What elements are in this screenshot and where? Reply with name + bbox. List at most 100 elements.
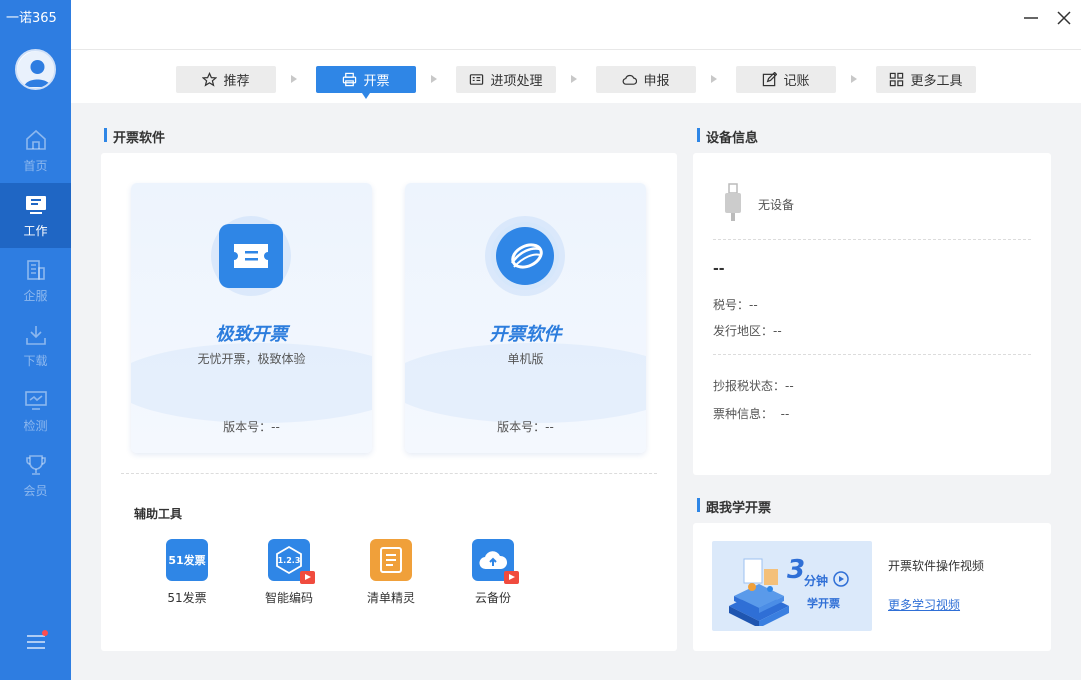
section-title-learn: 跟我学开票: [697, 497, 771, 516]
issue-region: 发行地区：--: [713, 324, 782, 338]
sidebar-item-enterprise[interactable]: 企服: [0, 248, 71, 313]
star-icon: [202, 72, 218, 87]
close-icon[interactable]: [1054, 8, 1074, 28]
tab-label: 开票: [363, 74, 390, 89]
app-card-subtitle: 无忧开票，极致体验: [197, 352, 306, 366]
video-badge-icon: [300, 571, 315, 584]
feature-tabs: 推荐 开票 进项处理 申报 记账 更多工具: [71, 50, 1081, 103]
sidebar-item-check[interactable]: 检测: [0, 378, 71, 443]
trophy-icon: [25, 454, 46, 475]
device-name: --: [713, 261, 725, 277]
tab-more-tools[interactable]: 更多工具: [876, 66, 976, 93]
invoice-icon: [470, 74, 484, 85]
app-card-name: 开票软件: [489, 324, 562, 345]
tab-declaration[interactable]: 申报: [596, 66, 696, 93]
tab-separator-arrow: [571, 75, 577, 83]
document-icon: [380, 547, 402, 573]
device-divider: [713, 354, 1031, 355]
grid-icon: [890, 72, 904, 87]
sidebar-item-label: 下载: [23, 353, 48, 368]
device-info-panel: 无设备 -- 税号：-- 发行地区：-- 抄报税状态：-- 票种信息： --: [693, 153, 1051, 475]
app-card-version: 版本号：--: [223, 420, 280, 434]
app-card-jizhi[interactable]: 极致开票 无忧开票，极致体验 版本号：--: [131, 183, 372, 453]
banner-unit: 分钟: [804, 574, 829, 588]
list-document-icon: [370, 539, 412, 581]
minimize-icon[interactable]: [1021, 8, 1041, 28]
tool-label: 智能编码: [264, 591, 313, 605]
section-title-device: 设备信息: [697, 127, 758, 146]
books-illustration-icon: [729, 558, 789, 626]
device-divider: [713, 239, 1031, 240]
sidebar-item-member[interactable]: 会员: [0, 443, 71, 508]
more-videos-link[interactable]: 更多学习视频: [888, 596, 960, 613]
sidebar-item-label: 首页: [23, 158, 48, 173]
device-status: 无设备: [758, 198, 795, 212]
learn-panel: 3 分钟 学开票 开票软件操作视频 更多学习视频: [693, 523, 1051, 651]
tool-51-invoice[interactable]: 51发票 51发票: [152, 539, 222, 606]
cloud-arrow-icon: [479, 551, 508, 570]
sidebar: 一诺365 首页 工作 企服 下载 检测 会员: [0, 0, 71, 680]
invoice-software-panel: 极致开票 无忧开票，极致体验 版本号：-- 开票软件 单机版 版本号：-- 辅助…: [101, 153, 677, 651]
tab-separator-arrow: [431, 75, 437, 83]
printer-icon: [343, 72, 357, 87]
sidebar-item-work[interactable]: 工作: [0, 183, 71, 248]
smart-code-icon: 1.2.3: [268, 539, 315, 584]
video-badge-icon: [504, 571, 519, 584]
tab-label: 进项处理: [490, 74, 543, 89]
tab-recommend[interactable]: 推荐: [176, 66, 276, 93]
tool-icon-text: 1.2.3: [277, 555, 301, 565]
home-icon: [25, 129, 46, 150]
ticket-type-info: 票种信息： --: [713, 407, 790, 421]
globe-logo-icon: [491, 222, 559, 290]
avatar[interactable]: [15, 49, 56, 90]
tool-cloud-backup[interactable]: 云备份: [458, 539, 528, 606]
ticket-icon: [219, 224, 283, 288]
report-status: 抄报税状态：--: [713, 379, 794, 393]
tab-input-processing[interactable]: 进项处理: [456, 66, 556, 93]
screen-check-icon: [24, 390, 47, 410]
tab-label: 申报: [643, 74, 670, 89]
sidebar-item-download[interactable]: 下载: [0, 313, 71, 378]
invoice-51-icon: 51发票: [166, 539, 208, 581]
tab-label: 更多工具: [910, 74, 963, 89]
app-card-name: 极致开票: [215, 324, 288, 345]
title-bar: [71, 0, 1081, 50]
sidebar-item-label: 企服: [23, 288, 48, 303]
building-icon: [26, 259, 45, 280]
notification-dot: [42, 630, 48, 636]
sidebar-nav: 首页 工作 企服 下载 检测 会员: [0, 118, 71, 508]
app-card-invoice-software[interactable]: 开票软件 单机版 版本号：--: [405, 183, 646, 453]
tab-separator-arrow: [711, 75, 717, 83]
banner-caption: 学开票: [807, 597, 840, 610]
video-title[interactable]: 开票软件操作视频: [888, 557, 984, 574]
cloud-icon: [623, 74, 638, 85]
tools-title: 辅助工具: [134, 507, 183, 521]
app-brand: 一诺365: [6, 11, 57, 26]
app-card-subtitle: 单机版: [507, 352, 544, 366]
tab-invoice[interactable]: 开票: [316, 66, 416, 99]
section-divider: [121, 473, 657, 474]
download-icon: [25, 325, 46, 345]
tax-number: 税号：--: [713, 298, 758, 312]
sidebar-item-home[interactable]: 首页: [0, 118, 71, 183]
tool-smart-coding[interactable]: 1.2.3 智能编码: [254, 539, 324, 606]
tab-label: 推荐: [223, 74, 250, 89]
tool-label: 51发票: [167, 591, 207, 605]
sidebar-item-label: 会员: [23, 483, 48, 498]
tab-label: 记账: [783, 74, 810, 89]
usb-key-icon: [725, 183, 741, 221]
edit-icon: [763, 72, 778, 87]
sidebar-item-label: 检测: [23, 418, 48, 433]
tool-list-wizard[interactable]: 清单精灵: [356, 539, 426, 606]
tab-separator-arrow: [291, 75, 297, 83]
video-banner[interactable]: 3 分钟 学开票: [712, 541, 872, 631]
tool-label: 清单精灵: [366, 591, 415, 605]
tool-icon-text: 51发票: [168, 554, 206, 567]
app-card-version: 版本号：--: [497, 420, 554, 434]
section-title-invoice-software: 开票软件: [104, 127, 165, 146]
tab-bookkeeping[interactable]: 记账: [736, 66, 836, 93]
sidebar-item-label: 工作: [23, 223, 48, 238]
tab-separator-arrow: [851, 75, 857, 83]
banner-number: 3: [787, 555, 806, 585]
cloud-upload-icon: [472, 539, 519, 584]
